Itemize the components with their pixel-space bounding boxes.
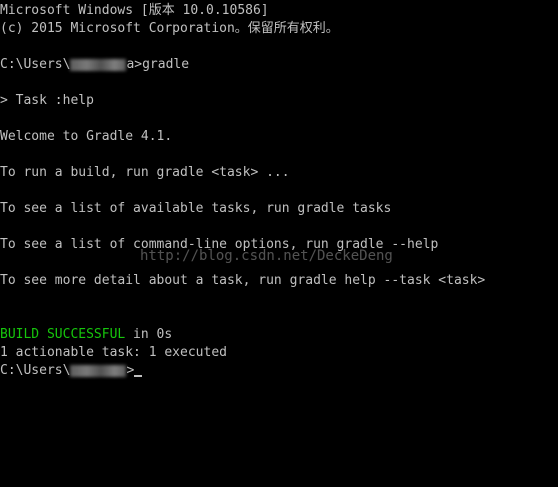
task-line: > Task :help [0, 93, 94, 108]
header-copyright-line: (c) 2015 Microsoft Corporation。保留所有权利。 [0, 21, 339, 36]
run-build-line: To run a build, run gradle <task> ... [0, 165, 290, 180]
redacted-username [70, 364, 127, 377]
build-status: BUILD SUCCESSFUL [0, 327, 126, 342]
prompt-command: a>gradle [126, 57, 190, 72]
see-detail-line: To see more detail about a task, run gra… [0, 273, 486, 288]
prompt-path-prefix: C:\Users\ [0, 57, 71, 72]
welcome-line: Welcome to Gradle 4.1. [0, 129, 173, 144]
prompt-symbol: > [126, 363, 135, 378]
see-options-line: To see a list of command-line options, r… [0, 237, 439, 252]
console-window[interactable]: Microsoft Windows [版本 10.0.10586] (c) 20… [0, 0, 558, 487]
prompt-line-current[interactable]: C:\Users\ > [0, 362, 143, 380]
prompt-path-prefix: C:\Users\ [0, 363, 71, 378]
prompt-line-gradle: C:\Users\ a>gradle [0, 56, 189, 74]
build-result-line: BUILD SUCCESSFUL in 0s [0, 326, 172, 344]
header-version-line: Microsoft Windows [版本 10.0.10586] [0, 3, 269, 18]
build-time: in 0s [125, 327, 173, 342]
see-tasks-line: To see a list of available tasks, run gr… [0, 201, 392, 216]
text-cursor [134, 375, 143, 377]
redacted-username [70, 58, 127, 71]
actionable-line: 1 actionable task: 1 executed [0, 345, 227, 360]
